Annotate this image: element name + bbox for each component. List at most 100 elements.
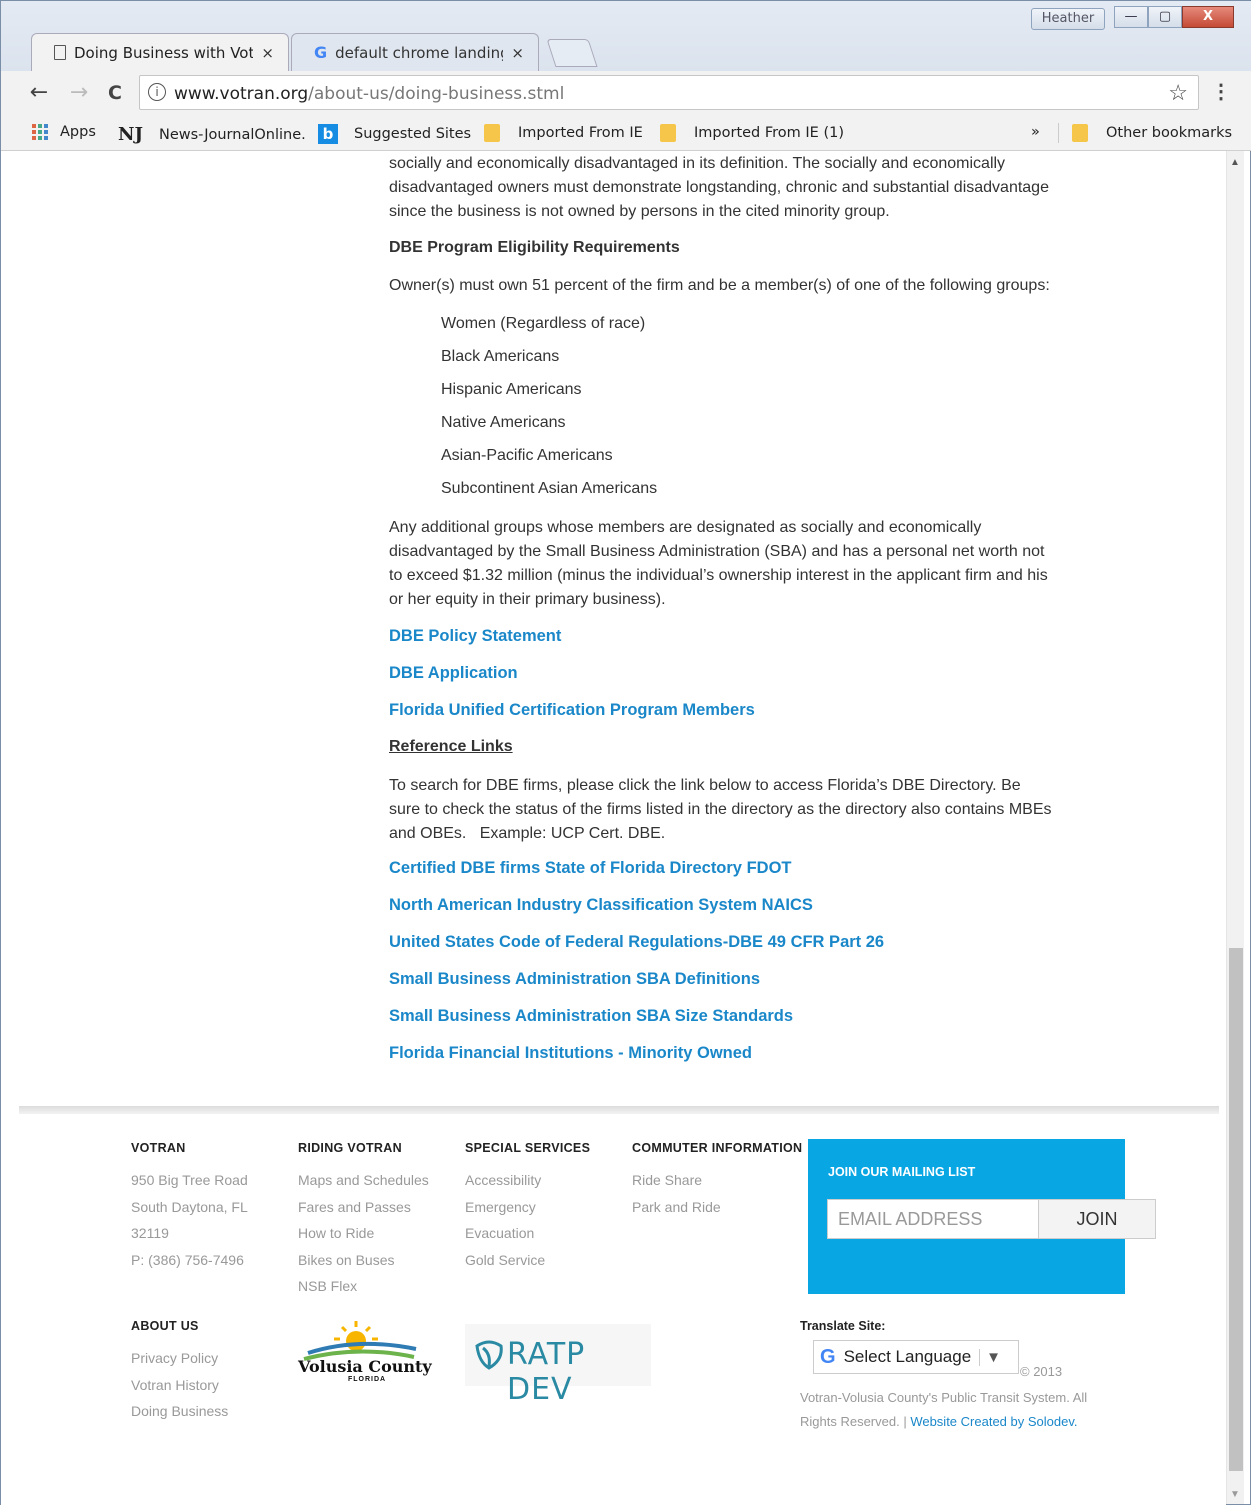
site-footer: VOTRAN 950 Big Tree Road South Daytona, … <box>1 1114 1226 1505</box>
scroll-up-arrow-icon[interactable]: ▲ <box>1230 157 1240 168</box>
bookmark-label: Suggested Sites <box>354 126 472 142</box>
doc-icon <box>54 45 66 60</box>
title-bar: Heather — ▢ X Doing Business with Votr ×… <box>1 1 1251 71</box>
back-button[interactable]: ← <box>25 79 53 107</box>
bookmark-suggested-sites[interactable]: b Suggested Sites <box>318 124 471 144</box>
bookmarks-overflow-button[interactable]: » <box>1031 124 1040 140</box>
text-line: to exceed $1.32 million (minus the indiv… <box>389 567 1048 584</box>
maximize-button[interactable]: ▢ <box>1148 6 1182 28</box>
reload-button[interactable]: C <box>101 79 129 107</box>
language-select-value: Select Language <box>843 1347 972 1366</box>
bookmark-label: Other bookmarks <box>1106 125 1233 141</box>
folder-icon <box>660 124 676 142</box>
footer-link[interactable]: Emergency <box>465 1194 590 1221</box>
fdot-directory-link[interactable]: Certified DBE firms State of Florida Dir… <box>389 859 791 878</box>
address-bar[interactable]: i www.votran.org/about-us/doing-business… <box>139 75 1199 110</box>
forward-button[interactable]: → <box>65 79 93 107</box>
browser-toolbar: ← → C i www.votran.org/about-us/doing-bu… <box>1 71 1251 115</box>
cfr-part-26-link[interactable]: United States Code of Federal Regulation… <box>389 933 884 952</box>
text-line: disadvantaged by the Small Business Admi… <box>389 543 1045 560</box>
scroll-down-arrow-icon[interactable]: ▼ <box>1230 1489 1240 1500</box>
footer-link[interactable]: Fares and Passes <box>298 1194 429 1221</box>
footer-link[interactable]: Bikes on Buses <box>298 1247 429 1274</box>
dbe-policy-statement-link[interactable]: DBE Policy Statement <box>389 627 561 646</box>
footer-col-special: SPECIAL SERVICES Accessibility Emergency… <box>465 1141 590 1273</box>
footer-link[interactable]: Accessibility <box>465 1167 590 1194</box>
bookmark-star-icon[interactable]: ☆ <box>1168 80 1188 106</box>
footer-address-line: 32119 <box>131 1225 169 1241</box>
url-text: www.votran.org/about-us/doing-business.s… <box>174 84 564 104</box>
page-viewport: socially and economically disadvantaged … <box>1 151 1226 1505</box>
footer-link[interactable]: NSB Flex <box>298 1273 429 1300</box>
list-item: Native Americans <box>441 414 566 431</box>
volusia-county-logo[interactable]: Volusia County FLORIDA <box>298 1319 432 1389</box>
join-button[interactable]: JOIN <box>1038 1199 1156 1239</box>
list-item: Women (Regardless of race) <box>441 315 646 332</box>
tab-close-icon[interactable]: × <box>511 44 524 62</box>
language-select[interactable]: G Select Language ▼ <box>813 1340 1019 1374</box>
footer-col-riding: RIDING VOTRAN Maps and Schedules Fares a… <box>298 1141 429 1300</box>
browser-window: Heather — ▢ X Doing Business with Votr ×… <box>0 0 1251 1505</box>
intro-paragraph: socially and economically disadvantaged … <box>389 152 1049 224</box>
tab-chrome-landing[interactable]: G default chrome landing p × <box>291 33 539 71</box>
text-line: To search for DBE firms, please click th… <box>389 777 1021 794</box>
footer-link[interactable]: Evacuation <box>465 1220 590 1247</box>
tab-close-icon[interactable]: × <box>261 44 274 62</box>
footer-phone: P: (386) 756-7496 <box>131 1251 244 1268</box>
bookmark-imported-ie-1[interactable]: Imported From IE (1) <box>660 124 844 142</box>
bookmark-news-journal[interactable]: NJ News-JournalOnline. <box>118 124 306 145</box>
footer-link[interactable]: Ride Share <box>632 1167 802 1194</box>
footer-link[interactable]: Votran History <box>131 1372 228 1399</box>
bookmarks-bar: Apps NJ News-JournalOnline. b Suggested … <box>1 115 1251 151</box>
footer-link[interactable]: How to Ride <box>298 1220 429 1247</box>
footer-link[interactable]: Gold Service <box>465 1247 590 1274</box>
bookmark-separator <box>1058 123 1059 143</box>
tab-doing-business[interactable]: Doing Business with Votr × <box>31 33 289 71</box>
text-line: sure to check the status of the firms li… <box>389 801 1052 818</box>
naics-link[interactable]: North American Industry Classification S… <box>389 896 813 915</box>
close-window-button[interactable]: X <box>1182 6 1234 28</box>
volusia-logo-text: Volusia County <box>298 1357 432 1376</box>
apps-grid-icon <box>32 124 48 140</box>
footer-link[interactable]: Privacy Policy <box>131 1345 228 1372</box>
ratp-logo-text: RATP DEV <box>507 1337 586 1407</box>
info-icon[interactable]: i <box>148 83 166 101</box>
email-input[interactable]: EMAIL ADDRESS <box>827 1199 1040 1239</box>
eligibility-text: Owner(s) must own 51 percent of the firm… <box>389 277 1050 294</box>
sba-size-standards-link[interactable]: Small Business Administration SBA Size S… <box>389 1007 793 1026</box>
bookmark-label: Imported From IE (1) <box>694 125 844 141</box>
fucp-members-link[interactable]: Florida Unified Certification Program Me… <box>389 701 755 720</box>
footer-address-line: South Daytona, FL <box>131 1198 248 1215</box>
new-tab-button[interactable] <box>546 39 598 67</box>
bookmark-label: Apps <box>60 124 96 140</box>
scrollbar-thumb[interactable] <box>1229 948 1243 1471</box>
chrome-menu-icon[interactable]: ⋮ <box>1211 79 1231 104</box>
sba-definitions-link[interactable]: Small Business Administration SBA Defini… <box>389 970 760 989</box>
minimize-button[interactable]: — <box>1114 6 1148 28</box>
footer-link[interactable]: Doing Business <box>131 1398 228 1425</box>
bookmark-apps[interactable]: Apps <box>32 124 96 140</box>
ratp-dev-logo[interactable]: RATP DEV <box>465 1324 651 1407</box>
bookmark-imported-ie[interactable]: Imported From IE <box>484 124 643 142</box>
footer-col-votran: VOTRAN 950 Big Tree Road South Daytona, … <box>131 1141 248 1273</box>
dbe-application-link[interactable]: DBE Application <box>389 664 518 683</box>
text-line: disadvantaged owners must demonstrate lo… <box>389 179 1049 196</box>
profile-button[interactable]: Heather <box>1031 8 1105 30</box>
chevron-down-icon: ▼ <box>979 1348 1001 1366</box>
ratp-symbol-icon <box>475 1340 503 1370</box>
footer-link[interactable]: Maps and Schedules <box>298 1167 429 1194</box>
reference-paragraph: To search for DBE firms, please click th… <box>389 774 1052 846</box>
legal-text: Votran-Volusia County's Public Transit S… <box>800 1386 1120 1434</box>
window-controls: — ▢ X <box>1114 6 1234 30</box>
text-line: socially and economically disadvantaged … <box>389 155 1006 172</box>
bing-icon: b <box>318 124 338 144</box>
url-path: /about-us/doing-business.stml <box>308 84 565 104</box>
footer-link[interactable]: Park and Ride <box>632 1194 802 1221</box>
bookmark-other[interactable]: Other bookmarks <box>1072 124 1232 142</box>
footer-col-commuter: COMMUTER INFORMATION Ride Share Park and… <box>632 1141 802 1220</box>
vertical-scrollbar[interactable]: ▲ ▼ <box>1226 151 1244 1504</box>
solodev-link[interactable]: Website Created by Solodev. <box>910 1414 1077 1429</box>
google-icon: G <box>314 43 328 62</box>
minority-institutions-link[interactable]: Florida Financial Institutions - Minorit… <box>389 1044 752 1063</box>
bookmark-label: Imported From IE <box>518 125 643 141</box>
